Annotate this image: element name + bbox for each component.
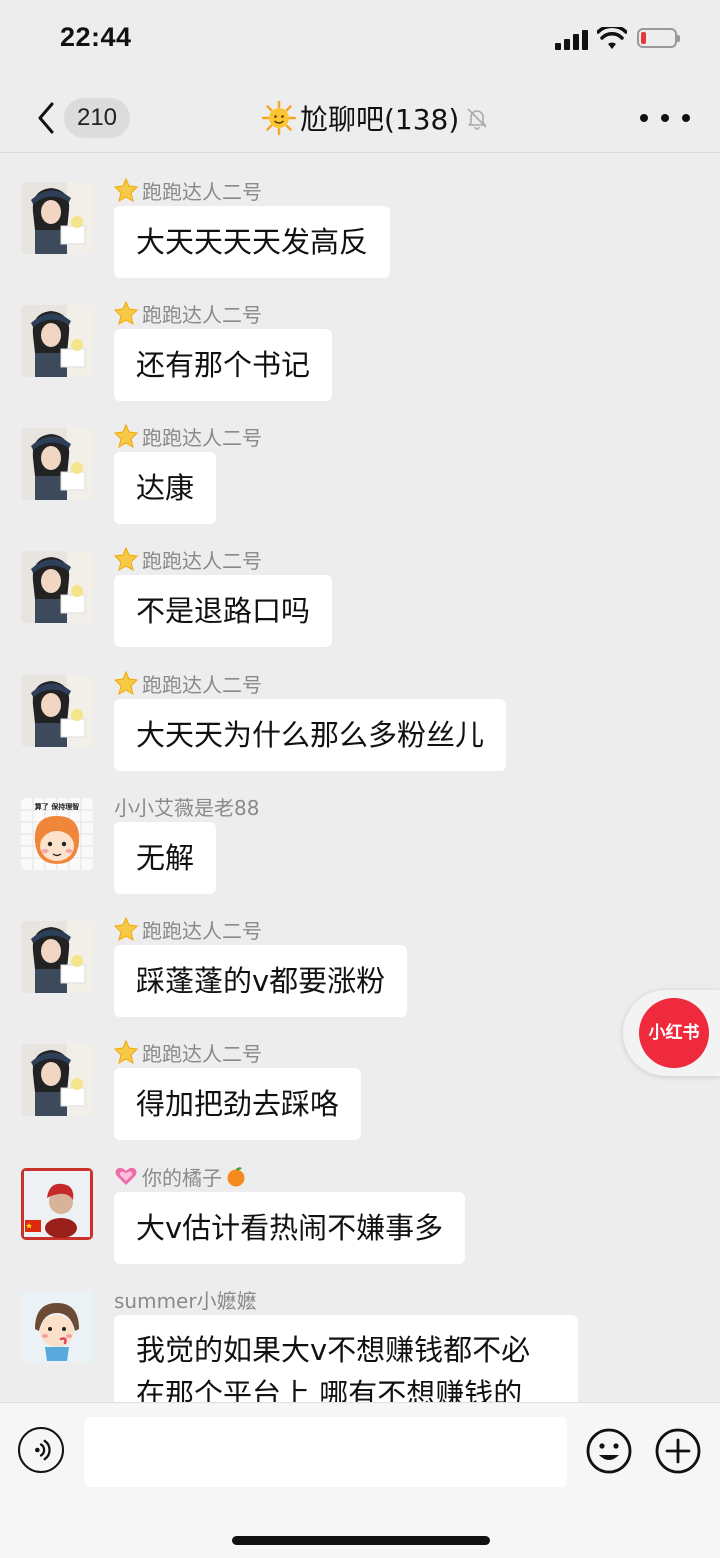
signal-icon [555, 30, 588, 50]
star-emoji-icon [114, 178, 138, 202]
sender-name: 跑跑达人二号 [114, 669, 262, 697]
sender-name: 跑跑达人二号 [114, 176, 262, 204]
home-indicator [232, 1536, 490, 1545]
message-bubble[interactable]: 大v估计看热闹不嫌事多 [114, 1192, 466, 1264]
back-chevron-icon[interactable] [30, 98, 62, 138]
xiaohongshu-logo-icon: 小红书 [639, 998, 709, 1068]
message-input[interactable] [84, 1417, 567, 1487]
sender-name: 跑跑达人二号 [114, 545, 262, 573]
user-avatar[interactable] [21, 921, 93, 993]
message-bubble[interactable]: 大天天为什么那么多粉丝儿 [114, 699, 507, 771]
sender-name: 跑跑达人二号 [114, 422, 262, 450]
emoji-icon[interactable] [585, 1427, 633, 1475]
bell-off-icon [467, 108, 487, 130]
status-time: 22:44 [60, 22, 132, 52]
star-emoji-icon [114, 917, 138, 941]
plus-icon[interactable] [654, 1427, 702, 1475]
message-bubble[interactable]: 还有那个书记 [114, 329, 333, 401]
chat-title: 尬聊吧(138) [262, 96, 489, 140]
star-emoji-icon [114, 1040, 138, 1064]
battery-icon [637, 28, 680, 48]
unread-count-badge[interactable]: 210 [64, 98, 130, 138]
user-avatar[interactable] [21, 675, 93, 747]
user-avatar[interactable] [21, 305, 93, 377]
sender-name: summer小嬷嬷 [114, 1288, 257, 1313]
sender-name: 跑跑达人二号 [114, 299, 262, 327]
sender-name: 跑跑达人二号 [114, 915, 262, 943]
sender-name: 小小艾薇是老88 [114, 795, 260, 820]
star-emoji-icon [114, 301, 138, 325]
chat-title-text: 尬聊吧(138) [300, 103, 460, 136]
wifi-icon [597, 27, 627, 49]
message-bubble[interactable]: 踩蓬蓬的v都要涨粉 [114, 945, 408, 1017]
message-bubble[interactable]: 达康 [114, 452, 217, 524]
user-avatar[interactable] [21, 1168, 93, 1240]
sender-name: 你的橘子 [114, 1162, 247, 1190]
message-bubble[interactable]: 不是退路口吗 [114, 575, 333, 647]
input-bar [0, 1402, 720, 1558]
message-bubble[interactable]: 大天天天天发高反 [114, 206, 391, 278]
more-dot [661, 114, 669, 122]
user-avatar[interactable] [21, 1291, 93, 1363]
more-dot [682, 114, 690, 122]
more-dot [640, 114, 648, 122]
message-bubble[interactable]: 得加把劲去踩咯 [114, 1068, 362, 1140]
user-avatar[interactable] [21, 182, 93, 254]
floating-xiaohongshu-button[interactable]: 小红书 [623, 990, 720, 1076]
voice-icon[interactable] [18, 1427, 64, 1473]
sun-emoji-icon [262, 101, 296, 135]
user-avatar[interactable] [21, 551, 93, 623]
heart-emoji-icon [115, 1167, 137, 1185]
user-avatar[interactable]: 算了 保持理智 [21, 798, 93, 870]
user-avatar[interactable] [21, 1044, 93, 1116]
star-emoji-icon [114, 671, 138, 695]
avatar-caption: 算了 保持理智 [34, 802, 79, 811]
message-bubble[interactable]: 无解 [114, 822, 217, 894]
star-emoji-icon [114, 547, 138, 571]
chat-header: 210 尬聊吧(138) [0, 80, 720, 153]
tangerine-emoji-icon [227, 1167, 245, 1187]
star-emoji-icon [114, 424, 138, 448]
user-avatar[interactable] [21, 428, 93, 500]
status-bar: 22:44 [0, 0, 720, 80]
more-options-button[interactable] [640, 108, 690, 128]
sender-name: 跑跑达人二号 [114, 1038, 262, 1066]
